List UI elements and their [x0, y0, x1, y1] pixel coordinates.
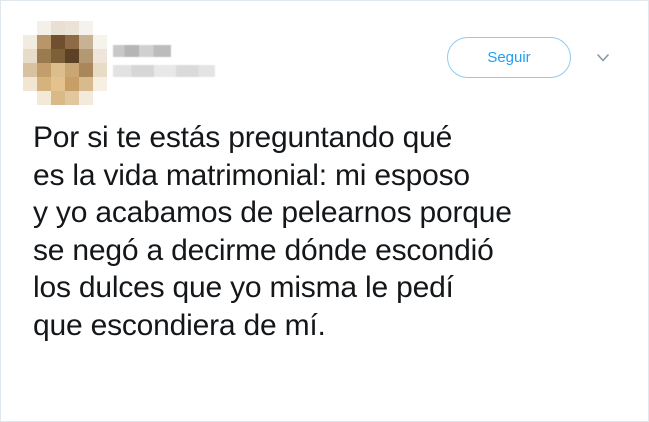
tweet-text: Por si te estás preguntando qué es la vi…: [33, 119, 633, 344]
follow-button[interactable]: Seguir: [447, 37, 571, 78]
avatar[interactable]: [23, 21, 107, 105]
username-blurred[interactable]: [113, 65, 215, 77]
tweet-line: que escondiera de mí.: [33, 308, 326, 342]
display-name-blurred[interactable]: [113, 45, 171, 57]
tweet-line: los dulces que yo misma le pedí: [33, 271, 454, 304]
tweet-line: Por si te estás preguntando qué: [33, 121, 453, 154]
tweet-line: y yo acabamos de pelearnos porque: [33, 196, 512, 229]
tweet-line: es la vida matrimonial: mi esposo: [33, 158, 470, 192]
follow-button-label: Seguir: [487, 49, 531, 66]
chevron-down-icon[interactable]: [596, 52, 610, 64]
tweet-card: Seguir Por si te estás preguntando qué e…: [0, 0, 649, 422]
tweet-line: se negó a decirme dónde escondió: [33, 233, 494, 267]
